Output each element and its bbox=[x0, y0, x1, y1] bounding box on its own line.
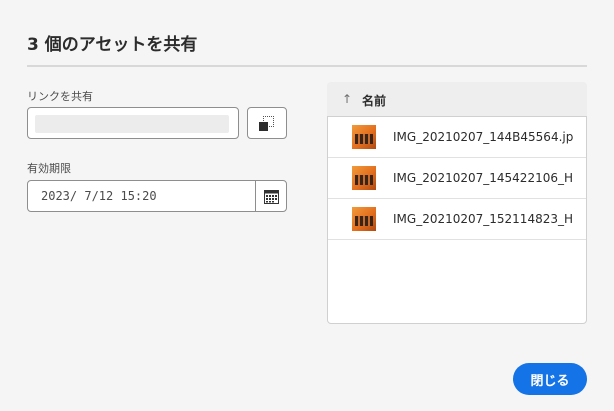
calendar-icon bbox=[264, 190, 279, 204]
copy-link-button[interactable] bbox=[247, 107, 287, 139]
dialog-title: 3 個のアセットを共有 bbox=[27, 35, 198, 55]
file-name: IMG_20210207_144B45564.jp bbox=[393, 130, 574, 144]
title-divider bbox=[27, 65, 587, 67]
share-link-value bbox=[35, 115, 229, 133]
image-thumbnail bbox=[352, 207, 376, 231]
file-name: IMG_20210207_145422106_H bbox=[393, 171, 574, 185]
close-button[interactable]: 閉じる bbox=[513, 363, 587, 395]
expiry-date-input[interactable] bbox=[28, 181, 255, 211]
column-header-name[interactable]: 名前 bbox=[362, 92, 386, 109]
expiry-date-field[interactable] bbox=[27, 180, 256, 212]
asset-table: ↑ 名前 IMG_20210207_144B45564.jp IMG_20210… bbox=[327, 82, 587, 324]
share-dialog: 3 個のアセットを共有 リンクを共有 有効期限 ↑ 名前 bbox=[0, 0, 614, 411]
table-row[interactable]: IMG_20210207_145422106_H bbox=[328, 158, 586, 199]
image-thumbnail bbox=[352, 125, 376, 149]
copy-icon-fill bbox=[259, 122, 268, 131]
image-thumbnail bbox=[352, 166, 376, 190]
calendar-button[interactable] bbox=[255, 180, 287, 212]
expiry-label: 有効期限 bbox=[27, 162, 71, 175]
share-link-label: リンクを共有 bbox=[27, 90, 93, 103]
file-name: IMG_20210207_152114823_H bbox=[393, 212, 574, 226]
share-link-field[interactable] bbox=[27, 107, 239, 139]
sort-ascending-icon[interactable]: ↑ bbox=[342, 92, 352, 106]
table-body: IMG_20210207_144B45564.jp IMG_20210207_1… bbox=[327, 116, 587, 324]
table-row[interactable]: IMG_20210207_152114823_H bbox=[328, 199, 586, 240]
table-header[interactable]: ↑ 名前 bbox=[327, 82, 587, 116]
table-row[interactable]: IMG_20210207_144B45564.jp bbox=[328, 117, 586, 158]
